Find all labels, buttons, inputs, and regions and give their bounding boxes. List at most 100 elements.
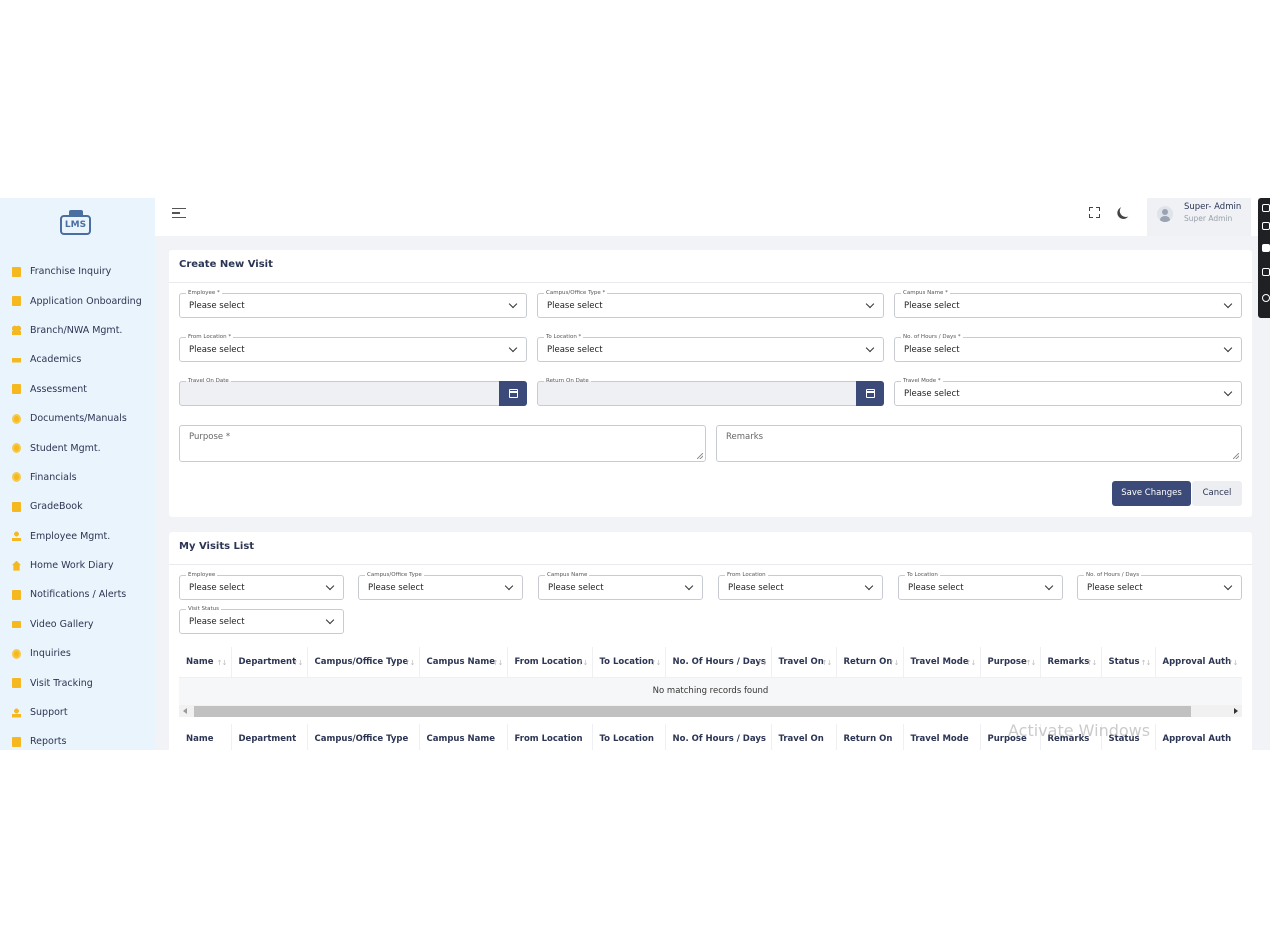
filter-campus-type-select[interactable]: Campus/Office Type Please select [358,571,523,600]
horizontal-scrollbar[interactable] [179,705,1242,717]
column-header[interactable]: Travel On ↑↓ [771,647,837,677]
scroll-thumb[interactable] [194,706,1191,717]
scroll-left-icon[interactable] [183,708,187,714]
column-header[interactable]: To Location ↑↓ [592,647,666,677]
sidebar-item-reports[interactable]: Reports [0,727,155,750]
sidebar-item-video-gallery[interactable]: Video Gallery [0,610,155,639]
travel-mode-select[interactable]: Travel Mode * Please select [894,377,1242,406]
save-changes-button[interactable]: Save Changes [1112,481,1191,506]
sort-icon[interactable]: ↑↓ [405,659,416,667]
column-header-label: Purpose [987,656,1027,667]
dark-mode-icon[interactable] [1118,203,1133,218]
column-header[interactable]: Name [179,724,232,750]
column-header[interactable]: Return On ↑↓ [836,647,904,677]
purpose-textarea[interactable]: Purpose * [179,425,706,462]
sidebar-item-franchise-inquiry[interactable]: Franchise Inquiry [0,257,155,286]
column-header[interactable]: Department ↑↓ [231,647,308,677]
sort-icon[interactable]: ↑↓ [578,659,589,667]
cancel-button[interactable]: Cancel [1192,481,1242,506]
sidebar-item-academics[interactable]: Academics [0,345,155,374]
sidebar-item-assessment[interactable]: Assessment [0,375,155,404]
resize-handle-icon[interactable] [697,453,703,459]
refresh-icon[interactable] [1262,222,1270,230]
sort-icon[interactable]: ↑↓ [889,659,900,667]
sort-icon[interactable]: ↑↓ [966,659,977,667]
window-icon[interactable] [1262,268,1270,276]
column-header[interactable]: Campus/Office Type [307,724,420,750]
to-location-select[interactable]: To Location * Please select [537,333,884,362]
sort-icon[interactable]: ↑↓ [493,659,504,667]
sidebar-item-gradebook[interactable]: GradeBook [0,492,155,521]
column-header[interactable]: No. Of Hours / Days [665,724,772,750]
menu-toggle-icon[interactable] [172,208,186,219]
travel-on-date-field[interactable]: Travel On Date [179,377,527,406]
filter-employee-select[interactable]: Employee Please select [179,571,344,600]
column-header[interactable]: Travel On [771,724,837,750]
remarks-textarea[interactable]: Remarks [716,425,1242,462]
column-header[interactable]: Approval Auth [1155,724,1242,750]
column-header[interactable]: Travel Mode [903,724,981,750]
lms-logo[interactable]: LMS [60,210,92,236]
filter-from-location-select[interactable]: From Location Please select [718,571,883,600]
column-header[interactable]: To Location [592,724,666,750]
chevron-down-icon [508,299,518,309]
sort-icon[interactable]: ↑↓ [651,659,662,667]
sort-icon[interactable]: ↑↓ [1026,659,1037,667]
sidebar-item-home-work-diary[interactable]: Home Work Diary [0,551,155,580]
filter-to-location-select[interactable]: To Location Please select [898,571,1063,600]
column-header[interactable]: Remarks ↑↓ [1040,647,1102,677]
sort-icon[interactable]: ↑↓ [1228,659,1239,667]
column-header[interactable]: Campus Name [419,724,508,750]
return-on-date-field[interactable]: Return On Date [537,377,884,406]
sort-icon[interactable]: ↑↓ [757,659,768,667]
column-header[interactable]: Travel Mode ↑↓ [903,647,981,677]
scroll-right-icon[interactable] [1234,708,1238,714]
user-menu[interactable]: Super- Admin Super Admin [1147,198,1251,236]
sidebar-item-notifications-alerts[interactable]: Notifications / Alerts [0,580,155,609]
employee-select[interactable]: Employee * Please select [179,289,527,318]
link-icon[interactable] [1262,204,1270,212]
filter-campus-name-select[interactable]: Campus Name Please select [538,571,703,600]
sort-icon[interactable]: ↑↓ [217,659,228,667]
sidebar-item-financials[interactable]: Financials [0,463,155,492]
sidebar-item-application-onboarding[interactable]: Application Onboarding [0,286,155,315]
sort-icon[interactable]: ↑↓ [1141,659,1152,667]
calendar-icon[interactable] [499,381,527,406]
column-header[interactable]: Approval Auth ↑↓ [1155,647,1242,677]
sidebar-item-employee-mgmt[interactable]: Employee Mgmt. [0,522,155,551]
campus-name-select[interactable]: Campus Name * Please select [894,289,1242,318]
calendar-icon[interactable] [856,381,884,406]
filter-to-location-label: To Location [905,571,940,579]
sidebar-item-student-mgmt[interactable]: Student Mgmt. [0,433,155,462]
column-header[interactable]: From Location ↑↓ [507,647,593,677]
sort-icon[interactable]: ↑↓ [822,659,833,667]
filter-hours-days-select[interactable]: No. of Hours / Days Please select [1077,571,1242,600]
sort-icon[interactable]: ↑↓ [1087,659,1098,667]
column-header[interactable]: Status ↑↓ [1101,647,1156,677]
column-header[interactable]: Department [231,724,308,750]
filter-visit-status-select[interactable]: Visit Status Please select [179,605,344,634]
sort-icon[interactable]: ↑↓ [293,659,304,667]
column-header-label: Approval Auth [1162,734,1232,744]
sidebar-item-branch-nwa-mgmt[interactable]: Branch/NWA Mgmt. [0,316,155,345]
sidebar-item-label: Inquiries [30,648,71,660]
hours-days-select[interactable]: No. of Hours / Days * Please select [894,333,1242,362]
column-header[interactable]: Campus/Office Type ↑↓ [307,647,420,677]
gear-icon[interactable] [1262,294,1270,302]
from-location-select[interactable]: From Location * Please select [179,333,527,362]
column-header[interactable]: Purpose ↑↓ [980,647,1041,677]
column-header[interactable]: From Location [507,724,593,750]
column-header[interactable]: Campus Name ↑↓ [419,647,508,677]
column-header[interactable]: Return On [836,724,904,750]
fullscreen-icon[interactable] [1089,207,1100,218]
campus-type-select[interactable]: Campus/Office Type * Please select [537,289,884,318]
gear-icon [12,413,21,424]
column-header[interactable]: Name ↑↓ [179,647,232,677]
sidebar-item-visit-tracking[interactable]: Visit Tracking [0,668,155,697]
sidebar-item-documents-manuals[interactable]: Documents/Manuals [0,404,155,433]
column-header[interactable]: No. Of Hours / Days ↑↓ [665,647,772,677]
sidebar-item-inquiries[interactable]: Inquiries [0,639,155,668]
sidebar-item-support[interactable]: Support [0,698,155,727]
resize-handle-icon[interactable] [1233,453,1239,459]
panel-icon[interactable] [1262,244,1270,252]
